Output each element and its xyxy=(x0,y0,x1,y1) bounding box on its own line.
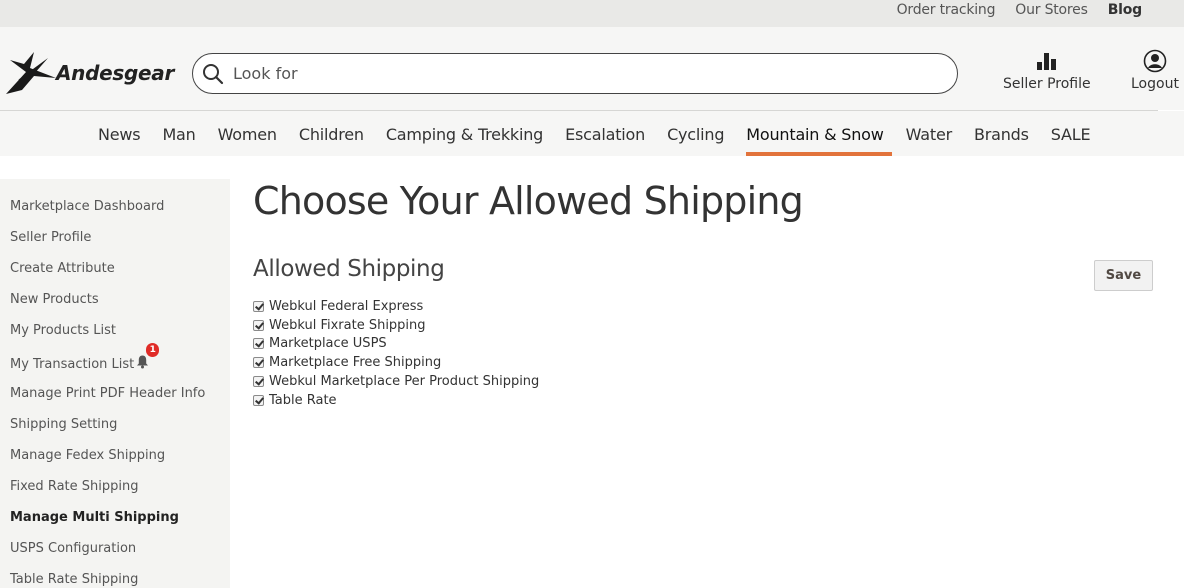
sidebar-item-label: Shipping Setting xyxy=(10,416,118,432)
shipping-option: Table Rate xyxy=(253,391,539,410)
nav-item-children[interactable]: Children xyxy=(299,111,364,156)
sidebar-item-label: My Products List xyxy=(10,323,117,339)
seller-profile-label: Seller Profile xyxy=(1003,76,1091,92)
nav-item-women[interactable]: Women xyxy=(218,111,277,156)
shipping-option: Marketplace USPS xyxy=(253,335,539,354)
logo-text: Andesgear xyxy=(56,61,175,85)
sidebar-item-manage-fedex-shipping[interactable]: Manage Fedex Shipping xyxy=(0,448,230,479)
shipping-option: Webkul Federal Express xyxy=(253,297,539,316)
shipping-option-checkbox[interactable] xyxy=(253,376,264,388)
sidebar-item-marketplace-dashboard[interactable]: Marketplace Dashboard xyxy=(0,199,230,230)
sidebar-item-label: Manage Print PDF Header Info xyxy=(10,385,206,401)
save-button[interactable]: Save xyxy=(1094,260,1153,291)
shipping-option-label: Marketplace USPS xyxy=(269,336,387,352)
sidebar-item-my-transaction-list[interactable]: My Transaction List 1 xyxy=(0,343,230,385)
notification-bell-icon[interactable]: 1 xyxy=(135,343,160,374)
shipping-options-list: Webkul Federal Express Webkul Fixrate Sh… xyxy=(253,297,539,410)
nav-item-camping-trekking[interactable]: Camping & Trekking xyxy=(386,111,543,156)
shipping-option-checkbox[interactable] xyxy=(253,357,264,369)
nav-item-brands[interactable]: Brands xyxy=(974,111,1029,156)
sidebar-item-label: New Products xyxy=(10,292,99,308)
bar-chart-icon xyxy=(1036,53,1056,70)
logout-label: Logout xyxy=(1131,76,1179,92)
sidebar-item-table-rate-shipping[interactable]: Table Rate Shipping xyxy=(0,572,230,588)
nav-item-water[interactable]: Water xyxy=(906,111,953,156)
sidebar-item-label: Table Rate Shipping xyxy=(10,572,139,588)
top-links: Order tracking Our Stores Blog xyxy=(877,0,1143,20)
sidebar-item-label: USPS Configuration xyxy=(10,541,137,557)
shipping-option-checkbox[interactable] xyxy=(253,300,264,312)
shipping-option-checkbox[interactable] xyxy=(253,394,264,406)
sidebar-item-seller-profile[interactable]: Seller Profile xyxy=(0,230,230,261)
sidebar-item-my-products-list[interactable]: My Products List xyxy=(0,323,230,354)
notification-count-badge: 1 xyxy=(146,343,160,358)
main-nav: News Man Women Children Camping & Trekki… xyxy=(0,111,1184,156)
sidebar-item-manage-print-pdf-header-info[interactable]: Manage Print PDF Header Info xyxy=(0,386,230,417)
top-bar: Order tracking Our Stores Blog xyxy=(0,0,1184,27)
site-logo[interactable]: Andesgear xyxy=(4,50,174,96)
sidebar-item-label: Create Attribute xyxy=(10,261,115,277)
our-stores-link[interactable]: Our Stores xyxy=(1015,2,1088,18)
bird-logo-icon xyxy=(6,52,56,94)
sidebar-item-new-products[interactable]: New Products xyxy=(0,292,230,323)
sidebar-item-label: My Transaction List xyxy=(10,357,135,373)
shipping-option-label: Webkul Fixrate Shipping xyxy=(269,317,426,333)
nav-item-cycling[interactable]: Cycling xyxy=(667,111,724,156)
shipping-option-label: Table Rate xyxy=(269,392,337,408)
main-content: Choose Your Allowed Shipping Allowed Shi… xyxy=(253,178,1163,408)
search-input[interactable] xyxy=(233,64,913,83)
account-sidebar: Marketplace Dashboard Seller Profile Cre… xyxy=(0,179,230,588)
nav-item-escalation[interactable]: Escalation xyxy=(565,111,645,156)
nav-item-mountain-snow[interactable]: Mountain & Snow xyxy=(746,111,893,156)
shipping-option: Marketplace Free Shipping xyxy=(253,353,539,372)
shipping-option-label: Webkul Marketplace Per Product Shipping xyxy=(269,374,540,390)
sidebar-item-create-attribute[interactable]: Create Attribute xyxy=(0,261,230,292)
nav-item-sale[interactable]: SALE xyxy=(1051,111,1091,156)
user-icon xyxy=(1143,49,1167,73)
blog-link[interactable]: Blog xyxy=(1108,2,1143,18)
sidebar-item-label: Manage Multi Shipping xyxy=(10,509,179,525)
order-tracking-link[interactable]: Order tracking xyxy=(897,2,996,18)
nav-item-man[interactable]: Man xyxy=(162,111,195,156)
shipping-option-label: Webkul Federal Express xyxy=(269,298,424,314)
shipping-option-label: Marketplace Free Shipping xyxy=(269,355,442,371)
sidebar-item-usps-configuration[interactable]: USPS Configuration xyxy=(0,541,230,572)
site-header: Andesgear Seller Profile Logout xyxy=(0,27,1184,110)
nav-item-news[interactable]: News xyxy=(98,111,141,156)
search-bar[interactable] xyxy=(192,53,958,94)
sidebar-item-manage-multi-shipping[interactable]: Manage Multi Shipping xyxy=(0,510,230,541)
sidebar-item-label: Marketplace Dashboard xyxy=(10,199,165,214)
shipping-option-checkbox[interactable] xyxy=(253,319,264,331)
sidebar-item-label: Manage Fedex Shipping xyxy=(10,447,166,463)
search-icon[interactable] xyxy=(201,62,225,86)
page-title: Choose Your Allowed Shipping xyxy=(253,179,804,223)
seller-profile-button[interactable]: Seller Profile xyxy=(1003,49,1091,92)
shipping-option: Webkul Fixrate Shipping xyxy=(253,316,539,335)
sidebar-item-shipping-setting[interactable]: Shipping Setting xyxy=(0,417,230,448)
logout-button[interactable]: Logout xyxy=(1131,49,1179,92)
sidebar-item-label: Seller Profile xyxy=(10,230,92,246)
sidebar-item-label: Fixed Rate Shipping xyxy=(10,478,139,494)
sidebar-item-fixed-rate-shipping[interactable]: Fixed Rate Shipping xyxy=(0,479,230,510)
shipping-option-checkbox[interactable] xyxy=(253,338,264,350)
section-title: Allowed Shipping xyxy=(253,256,445,282)
shipping-option: Webkul Marketplace Per Product Shipping xyxy=(253,372,539,391)
